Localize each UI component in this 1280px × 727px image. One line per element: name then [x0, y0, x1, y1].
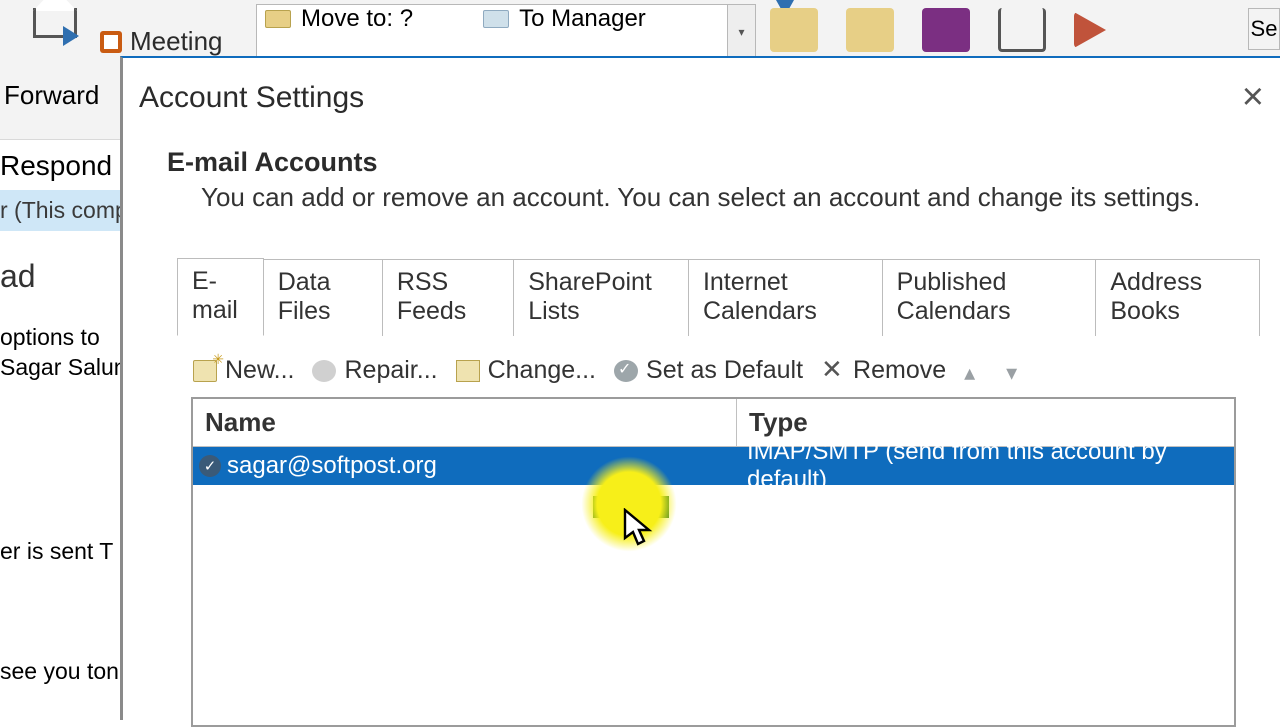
- tab-rss-feeds[interactable]: RSS Feeds: [382, 259, 514, 336]
- manager-icon: [483, 10, 509, 28]
- list-text-4: see you ton: [0, 658, 119, 685]
- rules-button[interactable]: [846, 8, 894, 52]
- gallery-dropdown[interactable]: ▾: [727, 5, 755, 58]
- meeting-label: Meeting: [130, 26, 223, 57]
- new-account-button[interactable]: New...: [193, 356, 294, 385]
- tab-published-calendars[interactable]: Published Calendars: [882, 259, 1097, 336]
- change-icon: [456, 360, 480, 382]
- follow-up-flag-button[interactable]: [1074, 12, 1106, 48]
- section-description: You can add or remove an account. You ca…: [167, 182, 1260, 213]
- move-to-label: Move to: ?: [301, 5, 413, 33]
- arrow-up-icon: ▴: [964, 360, 988, 382]
- move-up-button[interactable]: ▴: [964, 360, 988, 382]
- section-heading: E-mail Accounts: [167, 147, 1260, 178]
- list-text-2: Sagar Salunl: [0, 354, 132, 381]
- remove-button[interactable]: ✕ Remove: [821, 356, 946, 385]
- tab-email[interactable]: E-mail: [177, 258, 264, 336]
- tab-sharepoint-lists[interactable]: SharePoint Lists: [513, 259, 689, 336]
- ad-fragment: ad: [0, 258, 36, 295]
- account-row[interactable]: ✓ sagar@softpost.org IMAP/SMTP (send fro…: [193, 447, 1234, 485]
- search-box-fragment[interactable]: Se: [1248, 8, 1280, 50]
- folder-icon: [265, 10, 291, 28]
- quick-steps-gallery[interactable]: Move to: ? To Manager ▾: [256, 4, 756, 59]
- mark-unread-button[interactable]: [998, 8, 1046, 52]
- onenote-button[interactable]: [922, 8, 970, 52]
- tab-address-books[interactable]: Address Books: [1095, 259, 1260, 336]
- accounts-table: Name Type ✓ sagar@softpost.org IMAP/SMTP…: [191, 397, 1236, 727]
- default-icon: [614, 360, 638, 382]
- forward-button[interactable]: [0, 8, 110, 38]
- account-type: IMAP/SMTP (send from this account by def…: [737, 438, 1234, 494]
- tab-internet-calendars[interactable]: Internet Calendars: [688, 259, 883, 336]
- close-button[interactable]: ×: [1242, 76, 1264, 119]
- to-manager-label: To Manager: [519, 5, 646, 33]
- set-default-button[interactable]: Set as Default: [614, 356, 803, 385]
- column-header-name[interactable]: Name: [193, 399, 737, 446]
- tab-data-files[interactable]: Data Files: [263, 259, 383, 336]
- list-text-3: er is sent T: [0, 538, 113, 565]
- list-text-1: options to: [0, 324, 100, 351]
- default-check-icon: ✓: [199, 455, 221, 477]
- account-name: sagar@softpost.org: [227, 452, 737, 480]
- dialog-title: Account Settings: [139, 81, 364, 115]
- arrow-down-icon: ▾: [1006, 360, 1030, 382]
- tab-strip: E-mail Data Files RSS Feeds SharePoint L…: [177, 257, 1260, 335]
- respond-group-label: Respond: [0, 150, 112, 182]
- account-toolbar: New... Repair... Change... Set as Defaul…: [167, 336, 1260, 397]
- forward-label: Forward: [4, 80, 99, 111]
- new-icon: [193, 360, 217, 382]
- change-button[interactable]: Change...: [456, 356, 596, 385]
- move-down-button[interactable]: ▾: [1006, 360, 1030, 382]
- calendar-icon: [100, 31, 122, 53]
- move-button[interactable]: [770, 8, 818, 52]
- meeting-button[interactable]: Meeting: [100, 26, 223, 57]
- repair-icon: [312, 360, 336, 382]
- account-settings-dialog: Account Settings × E-mail Accounts You c…: [120, 56, 1280, 720]
- repair-button[interactable]: Repair...: [312, 356, 437, 385]
- remove-icon: ✕: [821, 360, 845, 382]
